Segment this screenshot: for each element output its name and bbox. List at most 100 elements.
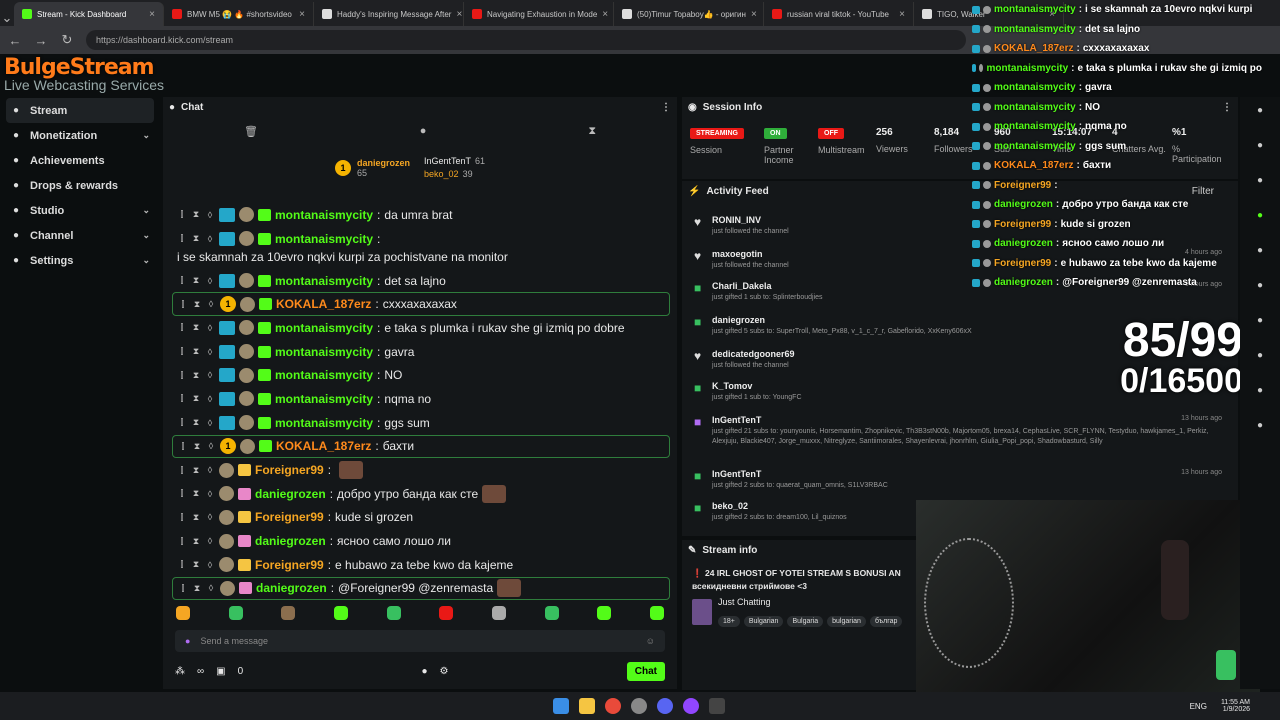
discord-icon[interactable] (657, 698, 673, 714)
chat-username[interactable]: montanaismycity (275, 274, 373, 288)
pin-icon[interactable]: ⫿ (177, 233, 187, 244)
timeout-icon[interactable]: ⧗ (191, 417, 201, 428)
shield-icon[interactable]: ◊ (205, 560, 215, 570)
timeout-icon[interactable]: ⧗ (192, 583, 202, 594)
pin-icon[interactable]: ⫿ (177, 275, 187, 286)
bolt-icon[interactable]: ● (1253, 210, 1267, 224)
emote-shortcut-icon[interactable] (333, 606, 348, 620)
emote-shortcut-icon[interactable] (649, 606, 664, 620)
chat-username[interactable]: daniegrozen (255, 534, 326, 548)
sidebar-item-drops[interactable]: ● Drops & rewards (0, 173, 160, 198)
chat-username[interactable]: montanaismycity (275, 232, 373, 246)
back-icon[interactable]: ← (8, 33, 22, 48)
activity-username[interactable]: InGentTenT (712, 469, 761, 479)
shield-icon[interactable]: ◊ (206, 583, 216, 593)
timeout-icon[interactable]: ⧗ (191, 233, 201, 244)
pin-icon[interactable]: ⫿ (177, 465, 187, 476)
shield-icon[interactable]: ◊ (205, 323, 215, 333)
chat-username[interactable]: Foreigner99 (255, 510, 324, 524)
sidebar-item-studio[interactable]: ● Studio ⌄ (0, 198, 160, 223)
close-icon[interactable]: × (299, 9, 305, 20)
pin-icon[interactable]: ⫿ (177, 322, 187, 333)
chat-username[interactable]: daniegrozen (255, 487, 326, 501)
sidebar-item-settings[interactable]: ● Settings ⌄ (0, 248, 160, 273)
stream-tag[interactable]: bulgarian (827, 616, 866, 627)
close-icon[interactable]: × (456, 9, 462, 20)
emote-shortcut-icon[interactable] (176, 606, 190, 620)
timeout-icon[interactable]: ⧗ (191, 393, 201, 404)
shield-icon[interactable]: ◊ (205, 394, 215, 404)
pin-icon[interactable]: ⫿ (177, 417, 187, 428)
pin-icon[interactable]: ⫿ (177, 488, 187, 499)
timeout-icon[interactable]: ⧗ (191, 536, 201, 547)
chat-username[interactable]: montanaismycity (275, 392, 373, 406)
emote-shortcut-icon[interactable] (597, 606, 612, 620)
shield-icon[interactable]: ◊ (205, 276, 215, 286)
shield-icon[interactable]: ◊ (205, 465, 215, 475)
browser-tab[interactable]: Haddy's Inspiring Message After × (314, 2, 464, 26)
close-icon[interactable]: × (602, 9, 608, 20)
browser-tab[interactable]: russian viral tiktok - YouTube × (764, 2, 914, 26)
sidebar-item-stream[interactable]: ● Stream (6, 98, 154, 123)
emote-shortcut-icon[interactable] (439, 606, 454, 620)
timeout-icon[interactable]: ⧗ (191, 559, 201, 570)
trash-icon[interactable]: 🗑 (244, 125, 258, 145)
broadcast-icon[interactable]: ● (1253, 315, 1267, 329)
chat-username[interactable]: montanaismycity (275, 368, 373, 382)
browser-tab[interactable]: BMW M5 😭 🔥 #shortsvideo × (164, 2, 314, 26)
send-chat-button[interactable]: Chat (626, 661, 665, 681)
close-icon[interactable]: × (899, 9, 905, 20)
timeout-icon[interactable]: ⧗ (191, 209, 201, 220)
list-icon[interactable]: ● (1253, 350, 1267, 364)
chat-username[interactable]: montanaismycity (275, 208, 373, 222)
chat-icon[interactable]: ● (1253, 280, 1267, 294)
chat-username[interactable]: Foreigner99 (255, 558, 324, 572)
sidebar-item-monetization[interactable]: ● Monetization ⌄ (0, 123, 160, 148)
browser-tab[interactable]: Stream - Kick Dashboard × (14, 2, 164, 26)
wrench-icon[interactable]: ● (1253, 385, 1267, 399)
microphone-icon[interactable]: ● (185, 636, 190, 646)
settings-icon[interactable]: ● (1253, 420, 1267, 434)
send-message-input[interactable]: ● Send a message ☺ (175, 630, 665, 652)
capture-icon[interactable]: ● (1253, 175, 1267, 189)
emote-shortcut-icon[interactable] (281, 606, 296, 620)
stream-tag[interactable]: Bulgarian (743, 616, 784, 627)
chat-username[interactable]: Foreigner99 (255, 463, 324, 477)
emoji-icon[interactable]: ☺ (646, 636, 655, 646)
shield-icon[interactable]: ◊ (205, 370, 215, 380)
timeout-icon[interactable]: ⧗ (191, 370, 201, 381)
emote-shortcut-icon[interactable] (228, 606, 243, 620)
activity-username[interactable]: K_Tomov (712, 381, 752, 391)
shield-icon[interactable]: ◊ (206, 441, 216, 451)
tab-menu-icon[interactable]: ⌄ (0, 10, 14, 26)
url-input[interactable]: https://dashboard.kick.com/stream (86, 30, 966, 50)
pin-icon[interactable]: ⫿ (177, 559, 187, 570)
shield-icon[interactable]: ◊ (205, 210, 215, 220)
timeout-icon[interactable]: ⧗ (191, 488, 201, 499)
activity-username[interactable]: InGentTenT (712, 415, 761, 425)
language-indicator[interactable]: ENG (1190, 702, 1207, 711)
chat-username[interactable]: daniegrozen (256, 581, 327, 595)
chat-username[interactable]: montanaismycity (275, 345, 373, 359)
kebab-menu-icon[interactable]: ⋮ (661, 102, 671, 113)
pin-icon[interactable]: ⫿ (178, 299, 188, 310)
chat-bubble-icon[interactable]: ● (420, 125, 427, 145)
browser-tab[interactable]: Navigating Exhaustion in Mode × (464, 2, 614, 26)
timeout-icon[interactable]: ⧗ (191, 512, 201, 523)
activity-username[interactable]: beko_02 (712, 501, 748, 511)
timeout-icon[interactable]: ⧗ (192, 299, 202, 310)
stream-tag[interactable]: българ (869, 616, 903, 627)
pin-icon[interactable]: ⫿ (177, 346, 187, 357)
shield-icon[interactable]: ◊ (205, 347, 215, 357)
close-icon[interactable]: × (751, 9, 757, 20)
pencil-icon[interactable]: ● (1253, 140, 1267, 154)
chevron-down-icon[interactable]: ⌄ (142, 230, 150, 241)
terminal-icon[interactable] (709, 698, 725, 714)
shield-icon[interactable]: ◊ (205, 489, 215, 499)
twitch-icon[interactable] (683, 698, 699, 714)
sidebar-item-achievements[interactable]: ● Achievements (0, 148, 160, 173)
shield-icon[interactable]: ◊ (205, 512, 215, 522)
shield-icon[interactable]: ◊ (206, 299, 216, 309)
activity-username[interactable]: RONIN_INV (712, 215, 761, 225)
chrome-icon[interactable] (605, 698, 621, 714)
